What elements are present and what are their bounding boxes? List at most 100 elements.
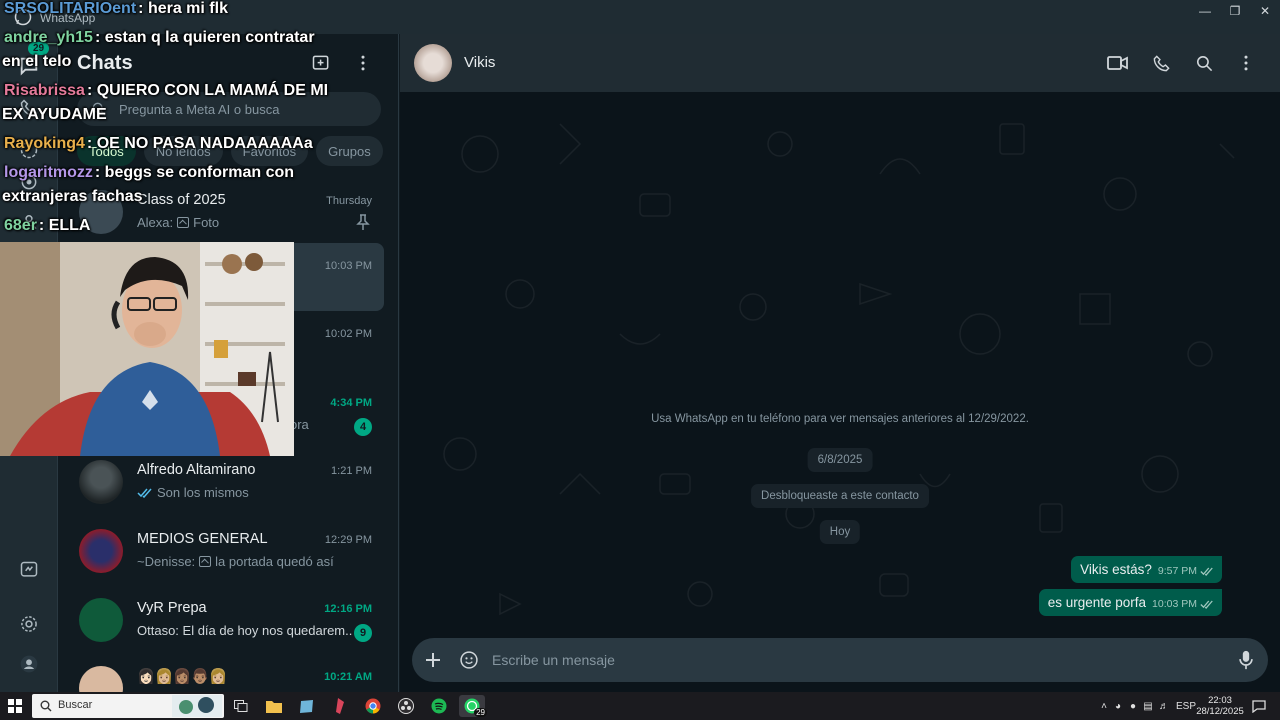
conversation-header[interactable]: Vikis	[400, 34, 1280, 92]
gear-icon	[21, 616, 37, 632]
delivered-ticks-icon	[1200, 600, 1213, 609]
taskbar-file-explorer[interactable]	[261, 695, 287, 717]
chat-preview: Son los mismos	[137, 485, 352, 500]
unread-badge: 4	[354, 418, 372, 436]
chat-preview: Ottaso: El día de hoy nos quedarem...	[137, 623, 352, 638]
rail-channels-button[interactable]	[17, 170, 41, 194]
conversation-menu-button[interactable]	[1234, 51, 1258, 75]
taskbar-search[interactable]: Buscar	[32, 694, 224, 718]
rail-settings-button[interactable]	[17, 612, 41, 636]
emoji-sticker-button[interactable]	[457, 648, 481, 672]
chat-name: MEDIOS GENERAL	[137, 531, 268, 547]
network-icon[interactable]: ▤	[1140, 701, 1156, 712]
search-icon	[1196, 55, 1212, 71]
microphone-icon[interactable]: ●	[1126, 701, 1140, 712]
profile-icon	[20, 655, 38, 673]
chat-row-medios-general[interactable]: MEDIOS GENERAL 12:29 PM ~Denisse: la por…	[70, 517, 384, 585]
rail-status-button[interactable]	[17, 138, 41, 162]
chat-preview: Alexa: Foto	[137, 215, 352, 230]
preview-text: Son los mismos	[157, 485, 249, 500]
maximize-button[interactable]: ❐	[1218, 0, 1252, 22]
plus-icon	[426, 653, 440, 667]
attach-button[interactable]	[421, 648, 445, 672]
avatar	[79, 598, 123, 642]
contact-name[interactable]: Vikis	[464, 54, 495, 71]
message-bubble-outgoing[interactable]: Vikis estás? 9:57 PM	[1071, 556, 1222, 583]
rail-meta-ai-button[interactable]	[17, 558, 41, 582]
taskbar-clock[interactable]: 22:03 28/12/2025	[1196, 695, 1244, 717]
pin-icon	[356, 214, 370, 230]
message-text: Vikis estás?	[1080, 562, 1152, 577]
filter-chip-unread[interactable]: No leídos	[143, 136, 223, 166]
taskbar: Buscar 29 ˄ ◕ ● ▤ ♬ ESP 22:03 28/12/2025	[0, 692, 1280, 720]
conversation-panel: Vikis Usa WhatsApp en tu teléfono para v…	[400, 34, 1280, 692]
unblocked-notice: Desbloqueaste a este contacto	[751, 484, 929, 508]
taskbar-app[interactable]	[294, 695, 320, 717]
chat-row-class-of-2025[interactable]: Class of 2025 Thursday Alexa: Foto	[70, 178, 384, 246]
voice-call-button[interactable]	[1149, 51, 1173, 75]
chat-time: 12:16 PM	[324, 603, 372, 615]
close-window-button[interactable]: ✕	[1248, 0, 1280, 22]
chats-icon	[20, 57, 38, 76]
system-tray: ˄ ◕ ● ▤ ♬ ESP	[1098, 692, 1196, 720]
spotify-icon	[431, 698, 447, 714]
rail-calls-button[interactable]	[17, 96, 41, 120]
keyboard-language[interactable]: ESP	[1176, 701, 1196, 712]
chat-row-family[interactable]: 👩🏻👩🏼👩🏽👨🏽👩🏼 10:21 AM	[70, 654, 384, 692]
tray-app-icon[interactable]: ◕	[1110, 701, 1126, 712]
rail-profile-button[interactable]	[17, 652, 41, 676]
filter-chip-all[interactable]: Todos	[77, 136, 136, 166]
taskbar-chrome[interactable]	[360, 695, 386, 717]
taskbar-app[interactable]	[393, 695, 419, 717]
taskbar-spotify[interactable]	[426, 695, 452, 717]
chat-time: 10:21 AM	[324, 671, 372, 683]
delivered-ticks-icon	[1200, 567, 1213, 576]
tray-expand-icon[interactable]: ˄	[1098, 701, 1110, 712]
chat-time: 1:21 PM	[331, 465, 372, 477]
message-meta: 9:57 PM	[1158, 565, 1214, 577]
chat-name: 👩🏻👩🏼👩🏽👨🏽👩🏼	[137, 669, 228, 685]
video-call-button[interactable]	[1106, 51, 1130, 75]
new-chat-button[interactable]	[308, 50, 334, 76]
chat-time: Thursday	[326, 195, 372, 207]
chat-time: 4:34 PM	[330, 397, 372, 409]
read-ticks-icon	[137, 488, 152, 498]
obs-icon	[398, 698, 414, 714]
windows-start-icon[interactable]	[8, 699, 22, 713]
minimize-button[interactable]: —	[1188, 0, 1222, 22]
taskbar-whatsapp-badge: 29	[474, 708, 487, 717]
rail-chats-button[interactable]	[17, 54, 41, 78]
message-text: es urgente porfa	[1047, 595, 1147, 610]
image-icon	[199, 556, 212, 567]
chat-row-alfredo-altamirano[interactable]: Alfredo Altamirano 1:21 PM Son los mismo…	[70, 448, 384, 516]
task-view-button[interactable]	[228, 695, 254, 717]
taskbar-whatsapp[interactable]: 29	[459, 695, 487, 717]
filter-chip-groups[interactable]: Grupos	[316, 136, 383, 166]
unread-badge: 9	[354, 624, 372, 642]
taskbar-app[interactable]	[327, 695, 353, 717]
notification-center-icon[interactable]	[1252, 700, 1266, 713]
message-composer	[412, 638, 1268, 682]
chat-name: Class of 2025	[137, 192, 226, 208]
rail-unread-badge: 29	[28, 42, 50, 55]
rail-communities-button[interactable]	[17, 210, 41, 234]
voice-message-button[interactable]	[1234, 648, 1258, 672]
chat-search-input[interactable]	[119, 92, 369, 126]
list-menu-button[interactable]	[350, 50, 376, 76]
task-view-icon	[234, 700, 248, 712]
message-bubble-outgoing[interactable]: es urgente porfa 10:03 PM	[1038, 589, 1222, 616]
app-title: WhatsApp	[40, 11, 96, 25]
message-meta: 10:03 PM	[1152, 598, 1214, 610]
ai-chat-icon	[20, 561, 38, 577]
avatar[interactable]	[414, 44, 452, 82]
chat-row-vyr-prepa[interactable]: VyR Prepa 12:16 PM Ottaso: El día de hoy…	[70, 586, 384, 654]
search-messages-button[interactable]	[1192, 51, 1216, 75]
communities-icon	[21, 215, 37, 230]
chat-name: VyR Prepa	[137, 600, 207, 616]
volume-icon[interactable]: ♬	[1156, 701, 1172, 712]
filter-chip-favorites[interactable]: Favoritos	[230, 136, 309, 166]
message-input[interactable]	[492, 638, 1212, 682]
chat-filters: Todos No leídos Favoritos Grupos	[77, 136, 383, 166]
chat-time: 10:02 PM	[324, 328, 372, 340]
whatsapp-logo-icon	[14, 8, 32, 26]
